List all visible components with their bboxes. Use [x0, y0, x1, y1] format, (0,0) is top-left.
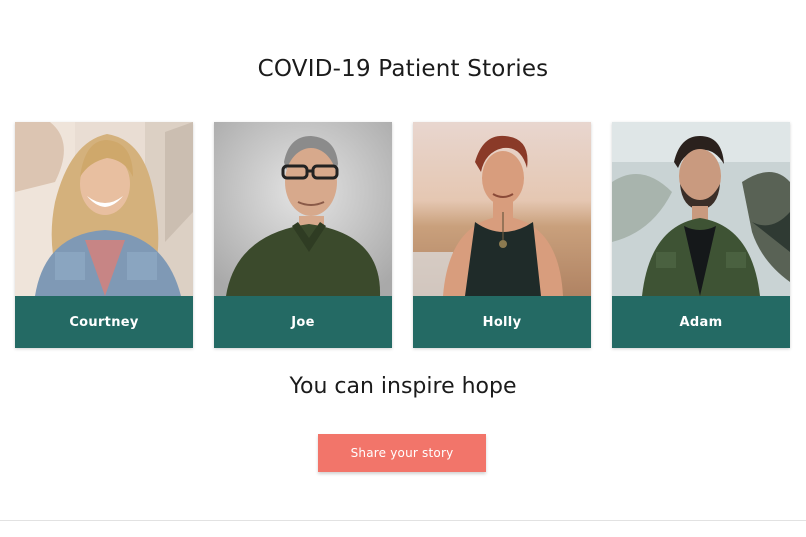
story-card-joe[interactable]: Joe: [214, 122, 392, 348]
story-card-adam[interactable]: Adam: [612, 122, 790, 348]
cta-heading: You can inspire hope: [289, 374, 517, 399]
story-name: Courtney: [15, 296, 193, 348]
story-card-holly[interactable]: Holly: [413, 122, 591, 348]
page-title: COVID-19 Patient Stories: [257, 56, 549, 82]
story-card-courtney[interactable]: Courtney: [15, 122, 193, 348]
footer-divider: [0, 520, 806, 521]
story-name: Adam: [612, 296, 790, 348]
story-name: Joe: [214, 296, 392, 348]
share-your-story-button[interactable]: Share your story: [318, 434, 486, 472]
holly-photo: [413, 122, 591, 296]
story-cards: Courtney Joe Holly Adam: [0, 122, 806, 348]
story-name: Holly: [413, 296, 591, 348]
joe-photo: [214, 122, 392, 296]
courtney-photo: [15, 122, 193, 296]
adam-photo: [612, 122, 790, 296]
